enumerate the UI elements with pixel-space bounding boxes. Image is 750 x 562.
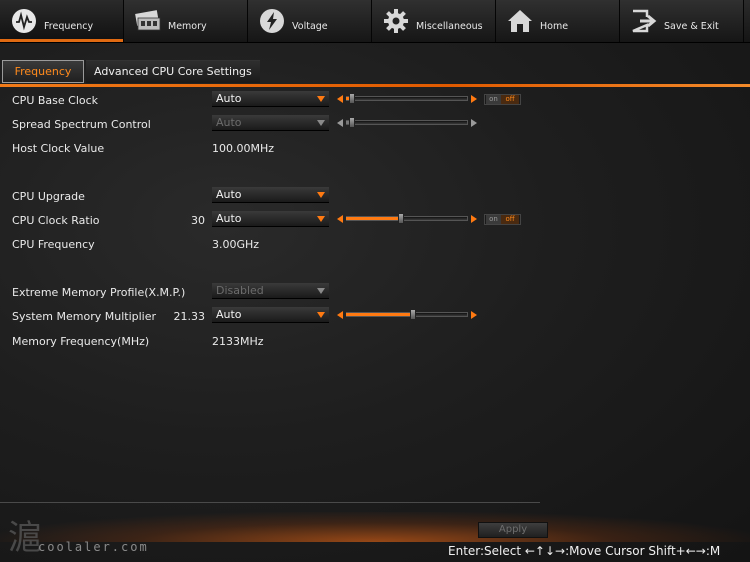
- tab-memory-label: Memory: [168, 20, 207, 32]
- bios-screen: Frequency Memory Voltage Miscellaneous H…: [0, 0, 750, 562]
- cpu-clock-ratio-slider[interactable]: [337, 212, 477, 226]
- watermark-text: coolaler.com: [38, 540, 149, 554]
- tab-frequency-label: Frequency: [44, 20, 94, 32]
- slider-thumb[interactable]: [398, 213, 404, 224]
- chevron-down-icon: [317, 120, 325, 126]
- spread-spectrum-dropdown[interactable]: Auto: [212, 115, 329, 131]
- tab-home-label: Home: [540, 20, 569, 32]
- setting-label: Spread Spectrum Control: [12, 118, 151, 131]
- toggle-off-label: off: [501, 215, 519, 224]
- tab-miscellaneous[interactable]: Miscellaneous: [372, 0, 496, 42]
- tab-memory[interactable]: Memory: [124, 0, 248, 42]
- gear-icon: [382, 7, 410, 35]
- dropdown-value: Auto: [216, 308, 242, 321]
- setting-row-memory-frequency: Memory Frequency(MHz) 2133MHz: [0, 332, 750, 352]
- tab-voltage[interactable]: Voltage: [248, 0, 372, 42]
- tab-voltage-label: Voltage: [292, 20, 328, 32]
- chevron-down-icon: [317, 96, 325, 102]
- home-icon: [506, 7, 534, 35]
- slider-track: [346, 120, 468, 125]
- setting-row-cpu-clock-ratio: CPU Clock Ratio 30 Auto on off: [0, 211, 750, 231]
- xmp-dropdown[interactable]: Disabled: [212, 283, 329, 299]
- cpu-clock-ratio-dropdown[interactable]: Auto: [212, 211, 329, 227]
- apply-button[interactable]: Apply: [478, 522, 548, 538]
- cpu-clock-ratio-toggle[interactable]: on off: [484, 214, 521, 225]
- dropdown-value: Auto: [216, 92, 242, 105]
- slider-fill: [346, 217, 401, 220]
- top-navigation: Frequency Memory Voltage Miscellaneous H…: [0, 0, 750, 43]
- key-help-bar: Enter:Select ←↑↓→:Move Cursor Shift+←→:M: [448, 544, 721, 558]
- memory-multiplier-number: 21.33: [173, 310, 206, 323]
- subtab-advanced-cpu-core-settings[interactable]: Advanced CPU Core Settings: [86, 60, 260, 83]
- spread-spectrum-slider[interactable]: [337, 116, 477, 130]
- dropdown-value: Disabled: [216, 284, 264, 297]
- chevron-down-icon: [317, 288, 325, 294]
- slider-left-arrow-icon[interactable]: [337, 95, 343, 103]
- slider-right-arrow-icon[interactable]: [471, 215, 477, 223]
- toggle-on-label: on: [486, 95, 501, 104]
- setting-label: CPU Base Clock: [12, 94, 99, 107]
- sub-tab-bar: Frequency Advanced CPU Core Settings: [0, 60, 750, 84]
- tab-miscellaneous-label: Miscellaneous: [416, 20, 483, 32]
- slider-right-arrow-icon[interactable]: [471, 119, 477, 127]
- dropdown-value: Auto: [216, 212, 242, 225]
- subtab-frequency[interactable]: Frequency: [2, 60, 84, 83]
- memory-multiplier-dropdown[interactable]: Auto: [212, 307, 329, 323]
- cpu-upgrade-dropdown[interactable]: Auto: [212, 187, 329, 203]
- setting-label: Extreme Memory Profile(X.M.P.): [12, 286, 186, 299]
- tab-save-exit-label: Save & Exit: [664, 20, 719, 32]
- setting-row-memory-multiplier: System Memory Multiplier 21.33 Auto: [0, 307, 750, 327]
- cpu-base-clock-slider[interactable]: [337, 92, 477, 106]
- setting-label: CPU Upgrade: [12, 190, 85, 203]
- setting-label: System Memory Multiplier: [12, 310, 157, 323]
- memory-icon: [134, 7, 162, 35]
- chevron-down-icon: [317, 216, 325, 222]
- tab-frequency[interactable]: Frequency: [0, 0, 124, 42]
- slider-track: [346, 96, 468, 101]
- frequency-icon: [10, 7, 38, 35]
- cpu-base-clock-toggle[interactable]: on off: [484, 94, 521, 105]
- tab-home[interactable]: Home: [496, 0, 620, 42]
- setting-row-spread-spectrum: Spread Spectrum Control Auto: [0, 115, 750, 135]
- setting-row-cpu-base-clock: CPU Base Clock Auto on off: [0, 91, 750, 111]
- cpu-clock-ratio-number: 30: [191, 214, 205, 227]
- chevron-down-icon: [317, 312, 325, 318]
- watermark-glyph: 滬: [8, 518, 42, 558]
- cpu-frequency-value: 3.00GHz: [212, 238, 260, 251]
- setting-row-xmp: Extreme Memory Profile(X.M.P.) Disabled: [0, 283, 750, 303]
- slider-left-arrow-icon[interactable]: [337, 215, 343, 223]
- host-clock-value: 100.00MHz: [212, 142, 275, 155]
- slider-thumb[interactable]: [349, 117, 355, 128]
- voltage-icon: [258, 7, 286, 35]
- setting-label: Host Clock Value: [12, 142, 105, 155]
- tab-save-exit[interactable]: Save & Exit: [620, 0, 744, 42]
- slider-left-arrow-icon[interactable]: [337, 311, 343, 319]
- memory-frequency-value: 2133MHz: [212, 335, 264, 348]
- watermark-logo: 滬 coolaler.com: [6, 510, 166, 560]
- cpu-base-clock-dropdown[interactable]: Auto: [212, 91, 329, 107]
- bottom-divider: [0, 502, 540, 503]
- toggle-on-label: on: [486, 215, 501, 224]
- slider-right-arrow-icon[interactable]: [471, 311, 477, 319]
- setting-label: CPU Frequency: [12, 238, 95, 251]
- slider-fill: [346, 313, 413, 316]
- slider-thumb[interactable]: [410, 309, 416, 320]
- setting-row-cpu-upgrade: CPU Upgrade Auto: [0, 187, 750, 207]
- dropdown-value: Auto: [216, 116, 242, 129]
- slider-left-arrow-icon[interactable]: [337, 119, 343, 127]
- slider-thumb[interactable]: [349, 93, 355, 104]
- dropdown-value: Auto: [216, 188, 242, 201]
- setting-row-cpu-frequency: CPU Frequency 3.00GHz: [0, 235, 750, 255]
- chevron-down-icon: [317, 192, 325, 198]
- setting-row-host-clock: Host Clock Value 100.00MHz: [0, 139, 750, 159]
- toggle-off-label: off: [501, 95, 519, 104]
- memory-multiplier-slider[interactable]: [337, 308, 477, 322]
- slider-right-arrow-icon[interactable]: [471, 95, 477, 103]
- setting-label: Memory Frequency(MHz): [12, 335, 150, 348]
- setting-label: CPU Clock Ratio: [12, 214, 100, 227]
- exit-icon: [630, 7, 658, 35]
- section-divider: [0, 84, 750, 87]
